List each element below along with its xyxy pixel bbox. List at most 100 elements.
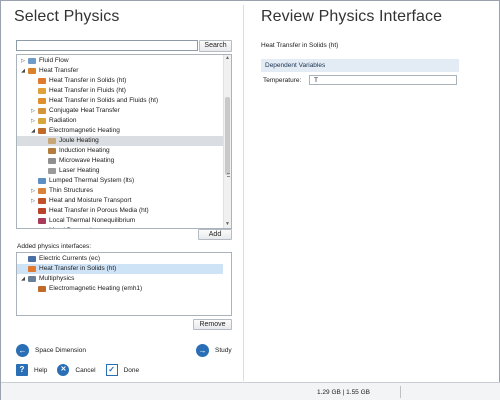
tree-item-label: Conjugate Heat Transfer <box>49 107 120 114</box>
tree-item[interactable]: Induction Heating <box>17 146 223 156</box>
tree-item[interactable]: Heat Transfer in Fluids (ht) <box>17 86 223 96</box>
ht-solids-fluids-icon <box>38 98 46 104</box>
induction-heating-icon <box>48 148 56 154</box>
tree-item[interactable]: ▷ Thin Structures <box>17 186 223 196</box>
ht-solids-icon <box>38 78 46 84</box>
expand-arrow-icon[interactable]: ▷ <box>30 106 36 116</box>
tree-item[interactable]: ◢ Electromagnetic Heating <box>17 126 223 136</box>
temperature-label: Temperature: <box>263 77 302 84</box>
wizard-footer: ? Help ✕ Cancel ✓ Done <box>16 364 139 376</box>
tree-item-label: Laser Heating <box>59 167 100 174</box>
tree-item[interactable]: Heat Transfer in Porous Media (ht) <box>17 206 223 216</box>
cancel-icon: ✕ <box>57 364 70 376</box>
memory-usage: 1.29 GB | 1.55 GB <box>317 389 370 396</box>
electric-currents-icon <box>28 256 36 262</box>
search-input[interactable] <box>16 40 198 51</box>
tree-item[interactable]: Heat Transfer in Solids (ht) <box>17 76 223 86</box>
tree-item-label: Lumped Thermal System (lts) <box>49 177 135 184</box>
review-physics-panel: Review Physics Interface Heat Transfer i… <box>251 2 497 382</box>
ht-solids-icon <box>28 266 36 272</box>
added-physics-list[interactable]: Electric Currents (ec) Heat Transfer in S… <box>16 252 232 316</box>
tree-item[interactable]: ◢ Heat Transfer <box>17 66 223 76</box>
dependent-variables-header[interactable]: Dependent Variables <box>261 59 459 72</box>
cancel-label: Cancel <box>75 366 96 374</box>
tree-item[interactable]: ◢ Metal Processing <box>17 226 223 229</box>
multiphysics-icon <box>28 276 36 282</box>
laser-heating-icon <box>48 168 56 174</box>
wizard-window: Select Physics Search ▲ ▼ ▷ Fluid Flow ◢ He… <box>0 0 500 400</box>
expand-arrow-icon[interactable]: ▷ <box>30 186 36 196</box>
heat-transfer-icon <box>28 68 36 74</box>
tree-item[interactable]: ▷ Heat and Moisture Transport <box>17 196 223 206</box>
tree-item-label: Electromagnetic Heating <box>49 127 120 134</box>
collapse-arrow-icon[interactable]: ◢ <box>20 274 26 284</box>
conjugate-icon <box>38 108 46 114</box>
thin-structures-icon <box>38 188 46 194</box>
scroll-up-icon[interactable]: ▲ <box>224 55 231 62</box>
joule-heating-icon <box>48 138 56 144</box>
fluid-flow-icon <box>28 58 36 64</box>
tree-item[interactable]: Electromagnetic Heating (emh1) <box>17 284 223 294</box>
panel-divider <box>243 5 244 381</box>
tree-item-label: Heat Transfer in Solids and Fluids (ht) <box>49 97 159 104</box>
collapse-arrow-icon[interactable]: ◢ <box>20 66 26 76</box>
microwave-heating-icon <box>48 158 56 164</box>
done-button[interactable]: ✓ Done <box>105 364 139 376</box>
expand-arrow-icon[interactable]: ▷ <box>20 56 26 66</box>
space-dimension-label: Space Dimension <box>35 346 86 354</box>
tree-item-label: Radiation <box>49 117 77 124</box>
remove-button[interactable]: Remove <box>193 319 232 330</box>
ltne-icon <box>38 218 46 224</box>
tree-item-label: Microwave Heating <box>59 157 115 164</box>
tree-item-label: Heat and Moisture Transport <box>49 197 132 204</box>
status-separator <box>400 386 401 398</box>
tree-item[interactable]: Electric Currents (ec) <box>17 254 223 264</box>
radiation-icon <box>38 118 46 124</box>
cancel-button[interactable]: ✕ Cancel <box>57 364 96 376</box>
tree-item[interactable]: Heat Transfer in Solids and Fluids (ht) <box>17 96 223 106</box>
status-bar: 1.29 GB | 1.55 GB <box>1 382 500 400</box>
porous-media-icon <box>38 208 46 214</box>
study-label: Study <box>215 346 232 354</box>
lumped-thermal-icon <box>38 178 46 184</box>
study-button[interactable]: → Study <box>196 343 232 357</box>
space-dimension-button[interactable]: ← Space Dimension <box>16 343 86 357</box>
tree-item-label: Multiphysics <box>39 275 75 282</box>
tree-item[interactable]: Local Thermal Nonequilibrium <box>17 216 223 226</box>
temperature-field[interactable]: T <box>309 75 457 85</box>
tree-item[interactable]: ▷ Conjugate Heat Transfer <box>17 106 223 116</box>
physics-interface-name: Heat Transfer in Solids (ht) <box>261 42 339 49</box>
tree-item[interactable]: Microwave Heating <box>17 156 223 166</box>
tree-item[interactable]: ▷ Fluid Flow <box>17 56 223 66</box>
physics-tree[interactable]: ▲ ▼ ▷ Fluid Flow ◢ Heat Transfer Heat Transf… <box>16 54 232 229</box>
tree-item[interactable]: Heat Transfer in Solids (ht) <box>17 264 223 274</box>
scroll-thumb[interactable] <box>225 97 230 177</box>
emh-icon <box>38 286 46 292</box>
expand-arrow-icon[interactable]: ▷ <box>30 116 36 126</box>
add-button[interactable]: Add <box>198 229 232 240</box>
tree-item-label: Electric Currents (ec) <box>39 255 101 262</box>
tree-item-label: Electromagnetic Heating (emh1) <box>49 285 143 292</box>
tree-item[interactable]: Joule Heating <box>17 136 223 146</box>
collapse-arrow-icon[interactable]: ◢ <box>30 126 36 136</box>
tree-item[interactable]: Laser Heating <box>17 166 223 176</box>
ht-fluids-icon <box>38 88 46 94</box>
tree-scrollbar[interactable]: ▲ ▼ <box>223 55 231 228</box>
tree-item-label: Heat Transfer in Porous Media (ht) <box>49 207 149 214</box>
tree-item-label: Heat Transfer in Fluids (ht) <box>49 87 126 94</box>
expand-arrow-icon[interactable]: ▷ <box>30 196 36 206</box>
scroll-down-icon[interactable]: ▼ <box>224 221 231 228</box>
help-button[interactable]: ? Help <box>16 364 47 376</box>
collapse-arrow-icon[interactable]: ◢ <box>30 226 36 228</box>
tree-item-label: Metal Processing <box>49 226 99 228</box>
select-physics-title: Select Physics <box>14 8 120 25</box>
tree-item-label: Heat Transfer <box>39 67 79 74</box>
tree-item-label: Joule Heating <box>59 137 99 144</box>
tree-item-label: Heat Transfer in Solids (ht) <box>39 265 117 272</box>
tree-item[interactable]: ◢ Multiphysics <box>17 274 223 284</box>
search-button[interactable]: Search <box>199 40 232 52</box>
help-icon: ? <box>16 364 28 376</box>
metal-processing-icon <box>38 228 46 229</box>
tree-item[interactable]: ▷ Radiation <box>17 116 223 126</box>
tree-item[interactable]: Lumped Thermal System (lts) <box>17 176 223 186</box>
